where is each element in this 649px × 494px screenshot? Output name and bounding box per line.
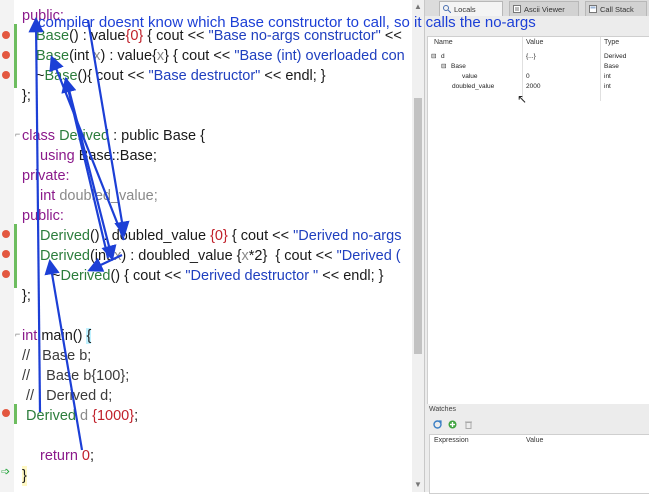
watches-pane: Watches Expression Value: [427, 404, 649, 494]
mouse-cursor-icon: ↖: [517, 92, 528, 106]
code-line: using Base::Base;: [40, 148, 157, 164]
change-bar: [14, 224, 17, 288]
breakpoint-icon[interactable]: [2, 51, 10, 59]
scroll-down-icon[interactable]: ▼: [414, 480, 422, 489]
instruction-pointer-icon: ➩: [1, 466, 11, 478]
editor-scrollbar[interactable]: ▲ ▼: [412, 0, 424, 492]
ascii-viewer-icon: [513, 5, 521, 13]
code-line: // Derived d;: [22, 388, 113, 404]
code-editor[interactable]: ➩ ⌐ ⌐ public: Base() : value{0} { cout <…: [0, 0, 412, 492]
code-line: Base(int x) : value{x} { cout << "Base (…: [36, 48, 405, 64]
refresh-icon[interactable]: [433, 420, 442, 429]
breakpoint-icon[interactable]: [2, 71, 10, 79]
code-line: Derived d {1000};: [22, 408, 139, 424]
local-name: doubled_value: [452, 83, 495, 90]
local-type: int: [604, 73, 611, 80]
code-line: ~Derived() { cout << "Derived destructor…: [52, 268, 384, 284]
column-header-value[interactable]: Value: [526, 437, 543, 444]
expand-toggle-icon[interactable]: ⊟: [431, 52, 436, 62]
local-name: value: [462, 73, 478, 80]
local-value: 0: [526, 73, 530, 80]
local-value: 2000: [526, 83, 541, 90]
column-header-name[interactable]: Name: [434, 39, 453, 46]
table-row[interactable]: ⊟ d {...} Derived: [428, 52, 649, 62]
annotation-text: compiler doesnt know which Base construc…: [38, 14, 536, 31]
table-row[interactable]: ⊟ Base Base: [428, 62, 649, 72]
code-line: // Base b;: [22, 348, 92, 364]
code-line: private:: [22, 168, 70, 184]
watches-title: Watches: [429, 406, 456, 413]
change-bar: [14, 24, 17, 88]
code-line: int main() {: [22, 328, 92, 344]
code-line: ~Base(){ cout << "Base destructor" << en…: [36, 68, 326, 84]
column-header-value[interactable]: Value: [526, 39, 543, 46]
fold-marker-icon[interactable]: ⌐: [15, 329, 20, 339]
code-line: public:: [22, 208, 64, 224]
local-name: Base: [451, 63, 466, 70]
change-bar: [14, 404, 17, 424]
scrollbar-thumb[interactable]: [414, 98, 422, 354]
call-stack-icon: [589, 5, 597, 13]
tab-label: Locals: [454, 5, 476, 14]
debugger-panel: Locals Ascii Viewer Call Stack Name Valu…: [424, 0, 649, 494]
fold-marker-icon[interactable]: ⌐: [15, 129, 20, 139]
column-header-type[interactable]: Type: [604, 39, 619, 46]
scroll-up-icon[interactable]: ▲: [414, 2, 422, 11]
breakpoint-icon[interactable]: [2, 250, 10, 258]
add-watch-icon[interactable]: [448, 420, 457, 429]
breakpoint-icon[interactable]: [2, 31, 10, 39]
breakpoint-icon[interactable]: [2, 270, 10, 278]
code-line: // Base b{100};: [22, 368, 130, 384]
code-line: int doubled_value;: [40, 188, 158, 204]
code-line-current: }: [22, 466, 27, 486]
locals-table[interactable]: Name Value Type ⊟ d {...} Derived ⊟ Base…: [427, 36, 649, 406]
code-line: Derived() : doubled_value {0} { cout << …: [40, 228, 402, 244]
tab-label: Ascii Viewer: [524, 5, 565, 14]
local-type: Base: [604, 63, 619, 70]
code-line: return 0;: [40, 448, 95, 464]
column-header-expression[interactable]: Expression: [434, 437, 469, 444]
breakpoint-icon[interactable]: [2, 409, 10, 417]
table-row[interactable]: value 0 int: [428, 72, 649, 82]
code-line: class Derived : public Base {: [22, 128, 205, 144]
watches-table[interactable]: Expression Value: [429, 434, 649, 494]
tab-call-stack[interactable]: Call Stack: [585, 1, 647, 16]
tab-label: Call Stack: [600, 5, 634, 14]
local-type: int: [604, 83, 611, 90]
code-line: Derived(int x) : doubled_value {x*2} { c…: [40, 248, 401, 264]
delete-watch-icon[interactable]: [464, 420, 473, 429]
locals-icon: [443, 5, 451, 13]
table-row[interactable]: doubled_value 2000 int: [428, 82, 649, 92]
local-value: {...}: [526, 53, 536, 60]
code-line: };: [22, 88, 31, 104]
expand-toggle-icon[interactable]: ⊟: [441, 62, 446, 72]
breakpoint-icon[interactable]: [2, 230, 10, 238]
local-name: d: [441, 53, 445, 60]
local-type: Derived: [604, 53, 627, 60]
code-line: };: [22, 288, 31, 304]
